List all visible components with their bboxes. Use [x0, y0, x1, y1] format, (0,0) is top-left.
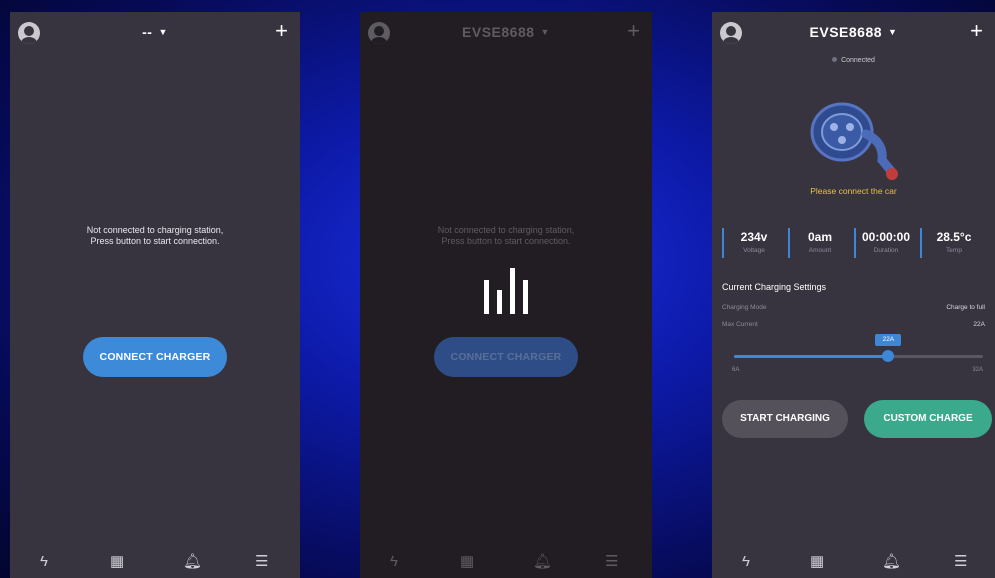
nav-records-icon: ▦ — [460, 553, 475, 570]
phone-screen-disconnected: -- ▼ + Not connected to charging station,… — [10, 12, 300, 578]
start-charging-button[interactable]: START CHARGING — [722, 400, 848, 438]
connection-message: Not connected to charging station, Press… — [10, 225, 300, 247]
app-header: EVSE8688 ▼ + — [712, 12, 995, 54]
nav-notifications-icon[interactable]: 🔔︎ — [882, 554, 901, 570]
caret-down-icon: ▼ — [158, 27, 168, 37]
charging-mode-value: Charge to full — [946, 304, 985, 311]
caret-down-icon: ▼ — [888, 27, 898, 37]
bottom-nav: ϟ ▦ 🔔︎ ☰ — [712, 548, 995, 578]
status-dot-icon — [832, 57, 838, 62]
nav-menu-icon[interactable]: ☰ — [954, 554, 967, 570]
charging-mode-row[interactable]: Charging Mode Charge to full — [722, 304, 985, 311]
ev-plug-icon — [810, 102, 898, 180]
nav-notifications-icon[interactable]: 🔔︎ — [183, 554, 202, 570]
app-header: EVSE8688 ▼ + — [360, 12, 652, 54]
add-device-button[interactable]: + — [970, 20, 983, 42]
add-device-button[interactable]: + — [275, 20, 288, 42]
nav-menu-icon: ☰ — [605, 553, 619, 570]
stat-value: 0am — [807, 230, 833, 244]
connection-message: Not connected to charging station, Press… — [360, 225, 652, 247]
stat-temp: 28.5°c Temp — [924, 230, 984, 254]
stat-duration: 00:00:00 Duration — [856, 230, 916, 254]
slider-max-label: 32A — [972, 367, 983, 373]
device-selector[interactable]: -- ▼ — [10, 24, 300, 40]
stat-divider — [920, 228, 922, 258]
add-device-button[interactable]: + — [627, 20, 640, 42]
max-current-slider[interactable] — [734, 350, 983, 362]
connection-status: Connected — [712, 57, 995, 64]
stat-value: 28.5°c — [936, 230, 972, 244]
phone-screen-connecting: EVSE8688 ▼ + Not connected to charging st… — [360, 12, 652, 578]
max-current-value: 22A — [973, 321, 985, 328]
stat-amount: 0am Amount — [790, 230, 850, 254]
slider-min-label: 6A — [732, 367, 740, 373]
caret-down-icon: ▼ — [540, 27, 550, 37]
status-text: Connected — [841, 57, 875, 64]
connect-charger-button: CONNECT CHARGER — [434, 337, 578, 377]
slider-knob[interactable] — [882, 350, 895, 362]
nav-charge-icon: ϟ — [390, 553, 398, 570]
stat-label: Temp — [946, 247, 962, 254]
nav-charge-icon[interactable]: ϟ — [40, 554, 48, 570]
custom-charge-button[interactable]: CUSTOM CHARGE — [864, 400, 992, 438]
bottom-nav: ϟ ▦ 🔔︎ ☰ — [360, 548, 652, 578]
stat-voltage: 234v Voltage — [724, 230, 784, 254]
message-line-2: Press button to start connection. — [441, 236, 571, 246]
stat-label: Duration — [873, 247, 899, 254]
slider-value-bubble: 22A — [875, 334, 902, 346]
nav-charge-icon[interactable]: ϟ — [742, 554, 750, 570]
app-header: -- ▼ + — [10, 12, 300, 54]
device-selector[interactable]: EVSE8688 ▼ — [712, 24, 995, 40]
settings-title: Current Charging Settings — [722, 282, 827, 292]
message-line-2: Press button to start connection. — [90, 236, 220, 246]
loading-bars-icon — [484, 268, 528, 314]
nav-notifications-icon: 🔔︎ — [533, 553, 553, 570]
message-line-1: Not connected to charging station, — [437, 225, 575, 235]
device-selector[interactable]: EVSE8688 ▼ — [360, 24, 652, 40]
slider-fill — [734, 355, 889, 358]
device-name: -- — [142, 24, 153, 40]
bottom-nav: ϟ ▦ 🔔︎ ☰ — [10, 548, 300, 578]
nav-menu-icon[interactable]: ☰ — [255, 554, 268, 570]
connect-charger-button[interactable]: CONNECT CHARGER — [83, 337, 227, 377]
max-current-row: Max Current 22A — [722, 321, 985, 328]
stat-label: Voltage — [743, 247, 765, 254]
connect-car-warning: Please connect the car — [810, 186, 897, 196]
nav-records-icon[interactable]: ▦ — [110, 554, 124, 570]
message-line-1: Not connected to charging station, — [86, 225, 224, 235]
stat-value: 234v — [740, 230, 768, 244]
stat-label: Amount — [808, 247, 832, 254]
device-name: EVSE8688 — [809, 24, 883, 40]
nav-records-icon[interactable]: ▦ — [810, 554, 824, 570]
stat-value: 00:00:00 — [861, 230, 911, 244]
max-current-label: Max Current — [722, 321, 758, 328]
device-name: EVSE8688 — [462, 24, 535, 40]
phone-screen-connected: EVSE8688 ▼ + Connected Please connect the… — [712, 12, 995, 578]
charging-mode-label: Charging Mode — [722, 304, 767, 311]
